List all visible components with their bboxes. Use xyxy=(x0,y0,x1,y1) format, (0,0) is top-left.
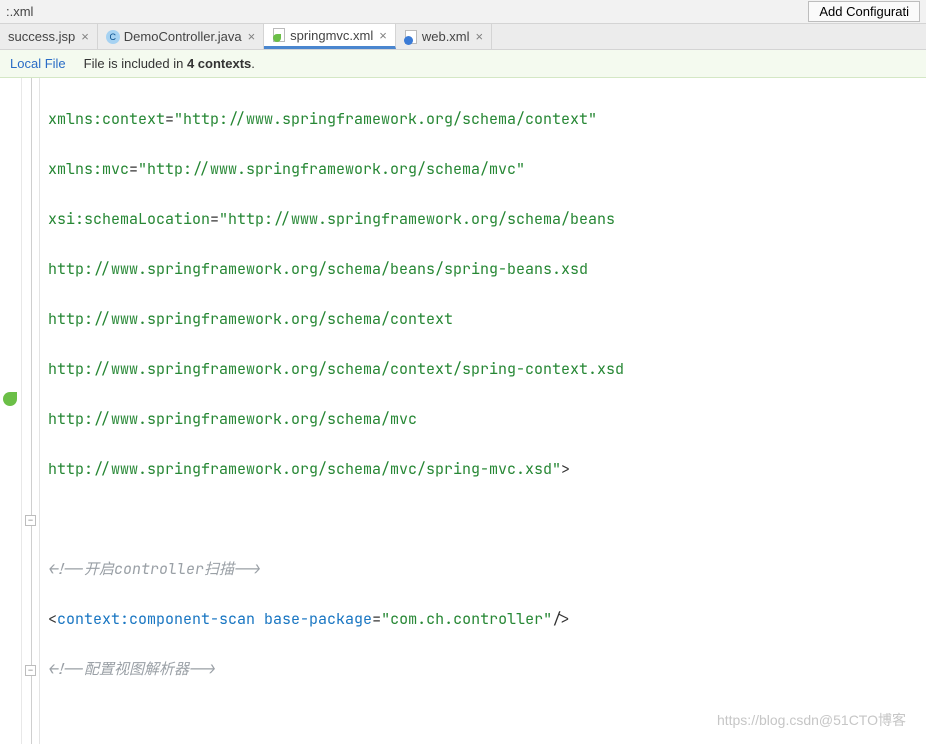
close-icon[interactable]: × xyxy=(379,28,387,43)
gutter-fold: − − xyxy=(22,78,40,744)
close-icon[interactable]: × xyxy=(81,29,89,44)
code-area[interactable]: xmlns:context="http://www.springframewor… xyxy=(40,78,926,744)
tab-label: web.xml xyxy=(422,29,470,44)
tab-label: success.jsp xyxy=(8,29,75,44)
fold-marker-icon[interactable]: − xyxy=(25,665,36,676)
spring-bean-icon[interactable] xyxy=(3,392,17,406)
tab-web-xml[interactable]: web.xml × xyxy=(396,24,492,49)
web-xml-icon xyxy=(404,30,418,44)
tab-label: springmvc.xml xyxy=(290,28,373,43)
close-icon[interactable]: × xyxy=(476,29,484,44)
editor-tabs: success.jsp × C DemoController.java × sp… xyxy=(0,24,926,50)
toolbar-icons: Add Configurati xyxy=(802,1,920,22)
local-file-link[interactable]: Local File xyxy=(10,56,66,71)
gutter-icons xyxy=(0,78,22,744)
context-info-bar: Local File File is included in 4 context… xyxy=(0,50,926,78)
context-info-text: File is included in 4 contexts. xyxy=(84,56,255,71)
tab-label: DemoController.java xyxy=(124,29,242,44)
close-icon[interactable]: × xyxy=(248,29,256,44)
java-class-icon: C xyxy=(106,30,120,44)
toolbar: :.xml Add Configurati xyxy=(0,0,926,24)
breadcrumb-path: :.xml xyxy=(6,4,794,19)
fold-marker-icon[interactable]: − xyxy=(25,515,36,526)
tab-success-jsp[interactable]: success.jsp × xyxy=(0,24,98,49)
add-configuration-button[interactable]: Add Configurati xyxy=(808,1,920,22)
editor: − − xmlns:context="http://www.springfram… xyxy=(0,78,926,744)
spring-config-icon xyxy=(272,28,286,42)
tab-democontroller-java[interactable]: C DemoController.java × xyxy=(98,24,264,49)
tab-springmvc-xml[interactable]: springmvc.xml × xyxy=(264,24,396,49)
